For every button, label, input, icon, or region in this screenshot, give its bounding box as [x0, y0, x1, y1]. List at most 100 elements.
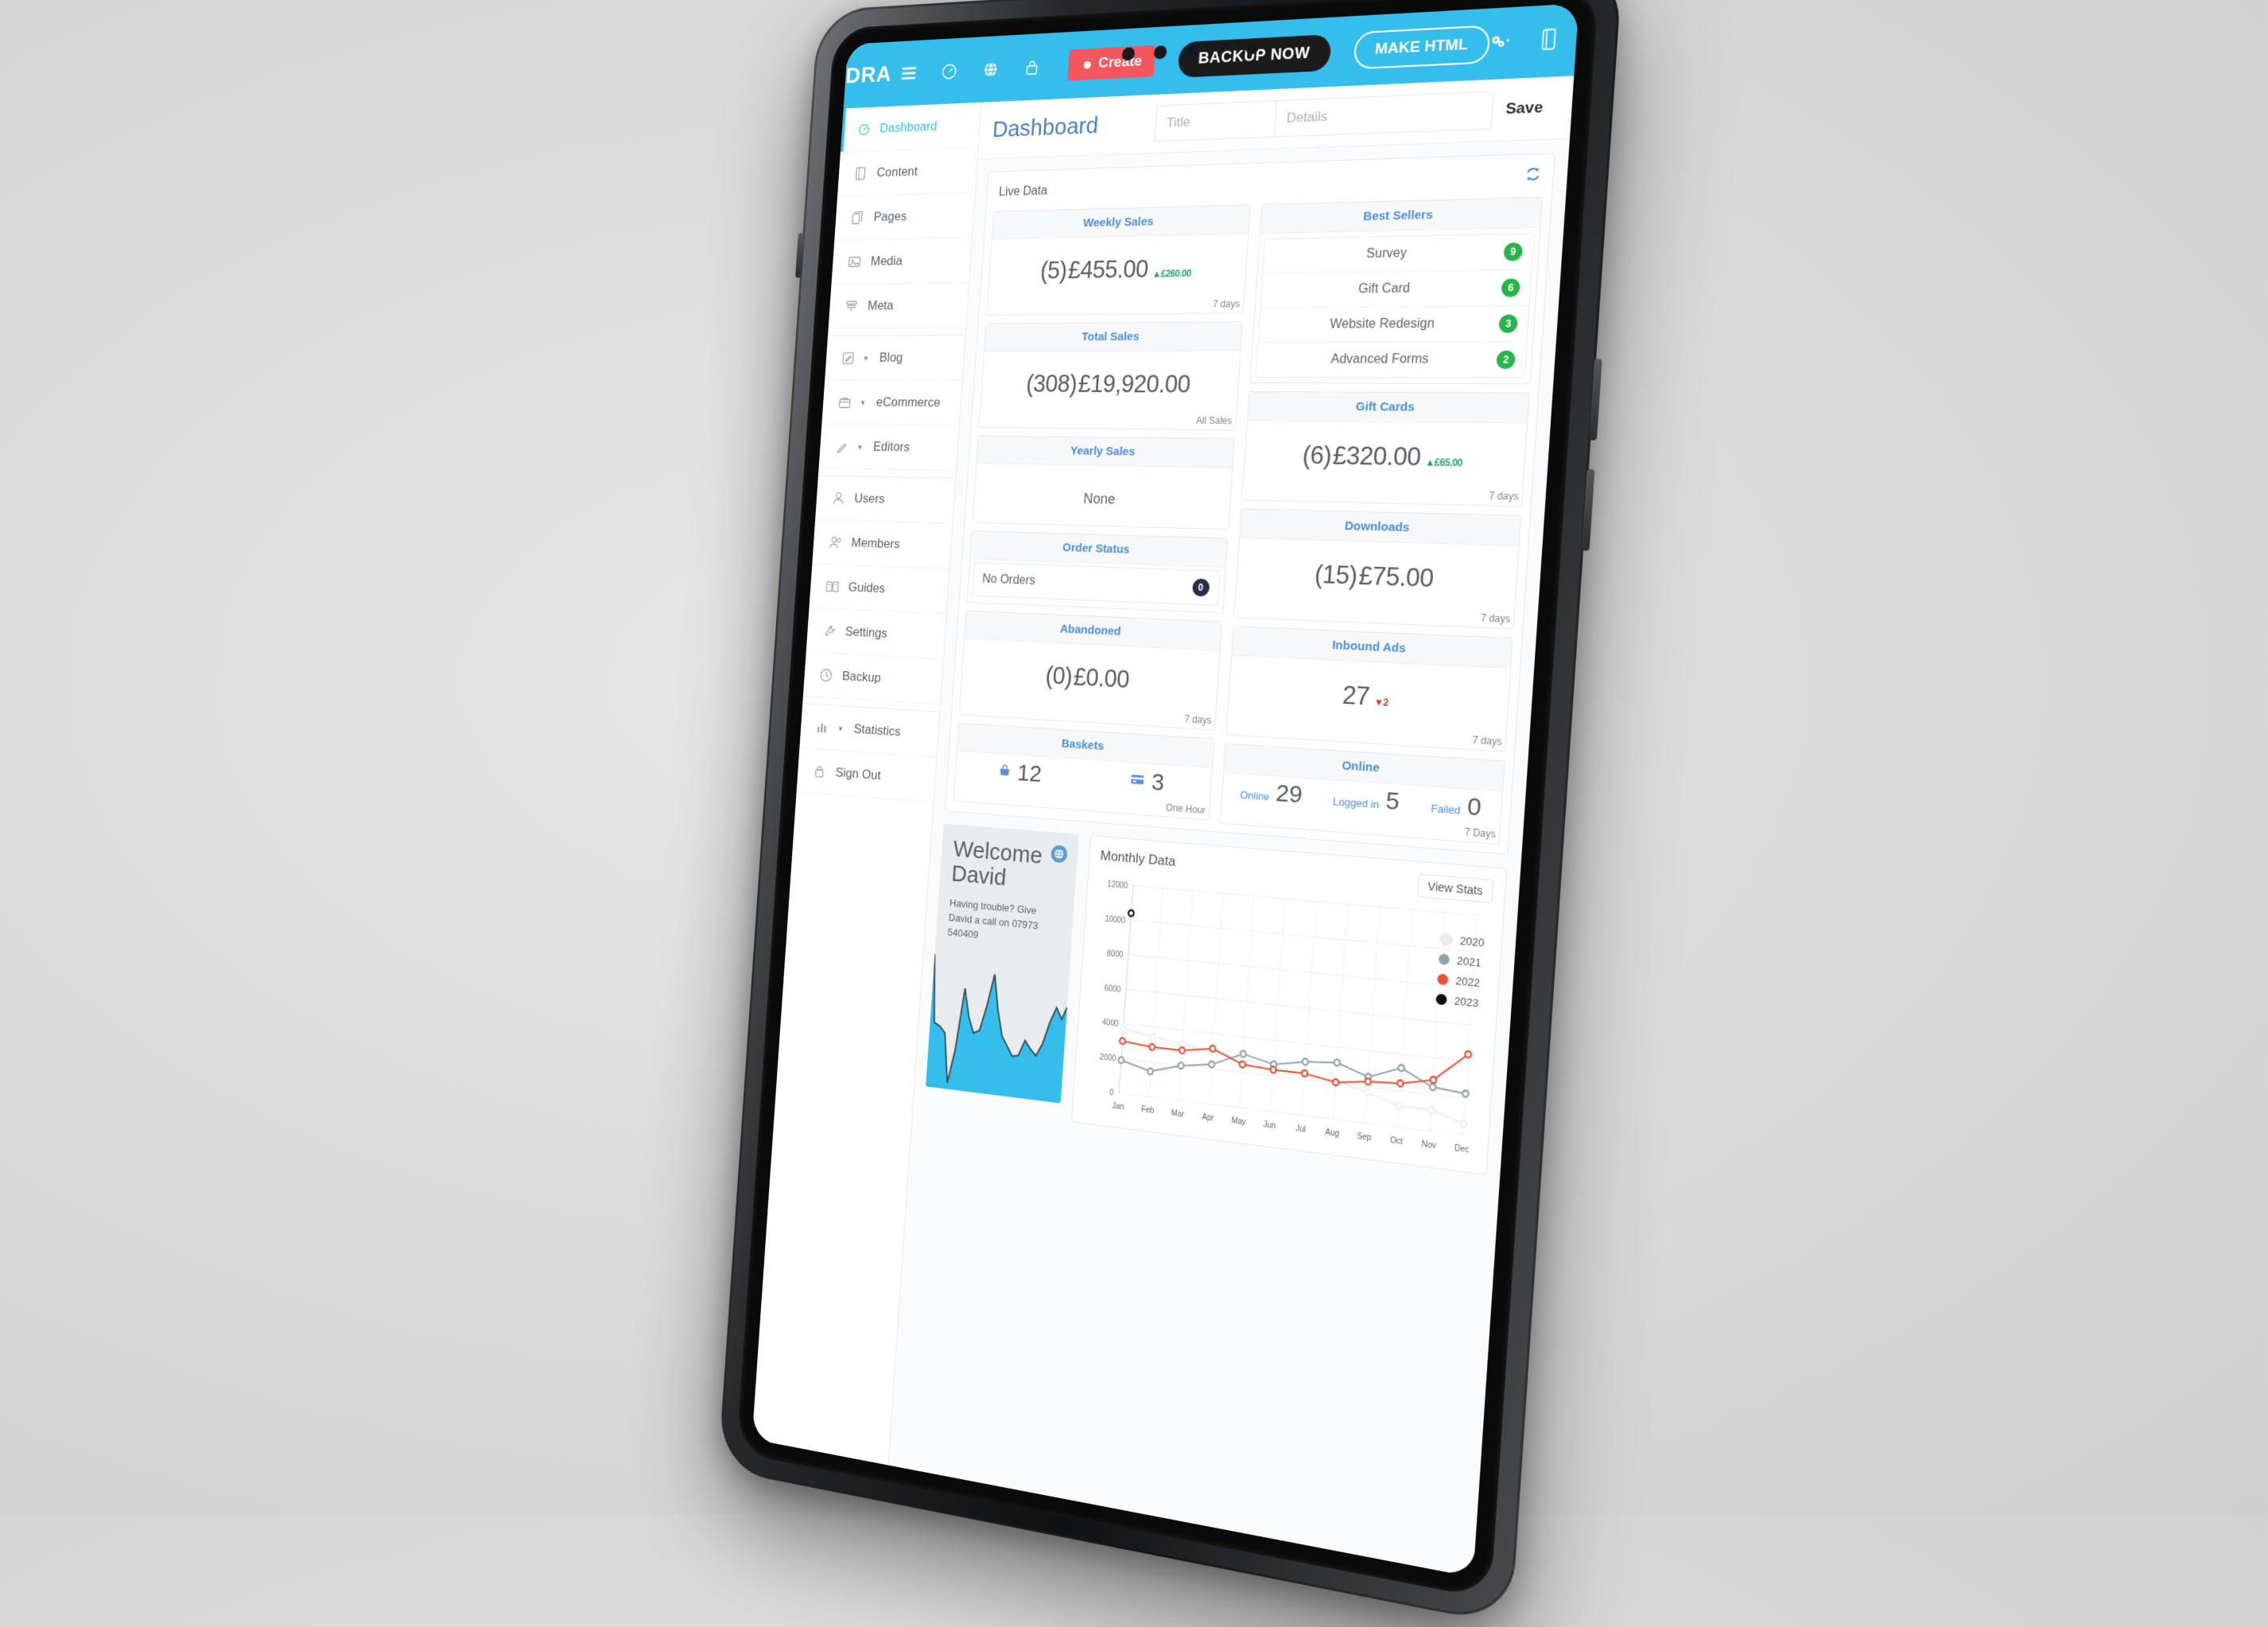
sidebar-item-pages[interactable]: Pages	[834, 192, 975, 240]
sidebar-item-label: Content	[876, 164, 918, 181]
total-sales-card[interactable]: Total Sales (308) £19,920.00	[979, 321, 1243, 430]
make-html-button[interactable]: MAKE HTML	[1353, 25, 1490, 69]
abandoned-amount: £0.00	[1073, 663, 1130, 694]
sidebar-item-guides[interactable]: Guides	[809, 564, 949, 614]
svg-text:Feb: Feb	[1141, 1105, 1155, 1116]
device-bezel: DRA	[736, 0, 1599, 1599]
inbound-ads-count: 27	[1342, 681, 1370, 712]
cogs-dropdown-icon[interactable]	[1489, 32, 1513, 56]
baskets-metric: 12	[998, 759, 1043, 788]
downloads-count: (15)	[1314, 560, 1358, 591]
save-button[interactable]: Save	[1491, 88, 1558, 130]
bottom-row: Welcome David Having trouble? Give David…	[923, 824, 1507, 1192]
stats-grid: Weekly Sales (5) £455.00 ▲£260.00	[953, 197, 1543, 845]
svg-text:0: 0	[1109, 1089, 1114, 1099]
checkouts-count: 3	[1151, 769, 1165, 797]
gift-cards-card[interactable]: Gift Cards (6) £320.00 ▲£65.00	[1241, 391, 1530, 507]
welcome-message: Having trouble? Give David a call on 079…	[936, 884, 1075, 952]
sidebar-item-ecommerce[interactable]: ▾ eCommerce	[821, 380, 961, 425]
total-sales-count: (308)	[1025, 370, 1078, 398]
sidebar-item-media[interactable]: Media	[831, 238, 972, 285]
stats-column-left: Weekly Sales (5) £455.00 ▲£260.00	[953, 204, 1250, 822]
bag-icon	[837, 396, 852, 409]
edit-icon	[841, 351, 855, 364]
gift-cards-count: (6)	[1302, 441, 1333, 470]
best-sellers-list: Survey 9 Gift Card 6	[1255, 233, 1535, 378]
dashboard-scroll-area: Live Data	[888, 139, 1570, 1578]
live-data-panel: Live Data	[945, 153, 1555, 855]
order-status-row[interactable]: No Orders 0	[972, 562, 1220, 606]
credit-card-icon	[1130, 773, 1145, 790]
title-input[interactable]: Title	[1154, 100, 1276, 142]
sidebar-item-users[interactable]: Users	[815, 476, 955, 524]
metric-label: Online	[1240, 789, 1270, 803]
gift-cards-value: (6) £320.00 ▲£65.00	[1253, 441, 1515, 474]
metric-value: 0	[1466, 793, 1482, 822]
sidebar-item-settings[interactable]: Settings	[806, 608, 946, 659]
svg-text:4000: 4000	[1101, 1018, 1118, 1029]
sidebar-item-members[interactable]: Members	[812, 520, 952, 569]
list-item[interactable]: Survey 9	[1263, 234, 1534, 274]
sidebar-item-label: Dashboard	[880, 118, 938, 136]
inbound-ads-delta: ▼2	[1373, 697, 1388, 709]
failed-metric: Failed 0	[1431, 790, 1482, 822]
details-input[interactable]: Details	[1274, 91, 1494, 137]
list-item[interactable]: Gift Card 6	[1260, 270, 1532, 308]
gift-cards-amount: £320.00	[1332, 441, 1422, 472]
chart-title: Monthly Data	[1100, 848, 1176, 870]
sidebar-item-backup[interactable]: Backup	[803, 652, 943, 705]
sidebar-item-label: Editors	[873, 439, 911, 455]
dot-projector-icon	[1245, 41, 1260, 55]
device-screen: DRA	[752, 3, 1579, 1577]
monthly-data-card: Monthly Data View Stats 0200040006000800…	[1071, 835, 1507, 1175]
refresh-icon[interactable]	[1524, 166, 1542, 188]
weekly-sales-count: (5)	[1039, 257, 1068, 285]
svg-text:Dec: Dec	[1454, 1144, 1470, 1155]
menu-icon[interactable]	[901, 65, 917, 81]
gear-icon	[1081, 58, 1093, 71]
svg-text:2000: 2000	[1099, 1052, 1116, 1063]
brand-logo[interactable]: DRA	[845, 61, 892, 89]
downloads-card[interactable]: Downloads (15) £75.00	[1233, 508, 1522, 629]
view-stats-button[interactable]: View Stats	[1417, 874, 1493, 903]
tag-icon	[845, 299, 859, 313]
gauge-icon[interactable]	[941, 62, 958, 80]
sidebar-item-label: Sign Out	[835, 765, 881, 783]
abandoned-card[interactable]: Abandoned (0) £0.00	[959, 611, 1222, 731]
sidebar-item-editors[interactable]: ▾ Editors	[819, 425, 959, 472]
card-body: (15) £75.00	[1235, 538, 1518, 610]
sidebar-item-sign-out[interactable]: Sign Out	[797, 748, 937, 803]
order-status-label: No Orders	[982, 573, 1036, 588]
tablet-device: DRA	[718, 0, 1623, 1626]
chevron-down-icon: ▾	[864, 353, 868, 363]
weekly-sales-card[interactable]: Weekly Sales (5) £455.00 ▲£260.00	[986, 204, 1250, 316]
baskets-card[interactable]: Baskets 12	[953, 723, 1214, 821]
best-sellers-card: Best Sellers Survey 9	[1249, 197, 1543, 384]
card-footer: All Sales	[979, 410, 1235, 430]
card-title: Yearly Sales	[977, 436, 1233, 468]
best-seller-name: Survey	[1272, 244, 1504, 263]
best-seller-count: 9	[1503, 243, 1523, 262]
legend-item[interactable]: 2021	[1439, 953, 1484, 969]
inbound-ads-card[interactable]: Inbound Ads 27 ▼2	[1225, 626, 1513, 752]
sidebar-item-dashboard[interactable]: Dashboard	[841, 103, 981, 153]
sidebar-item-blog[interactable]: ▾ Blog	[825, 336, 965, 381]
legend-swatch	[1439, 933, 1453, 946]
user-icon	[831, 491, 845, 505]
card-body: (308) £19,920.00	[981, 351, 1240, 412]
lock-icon[interactable]	[1024, 58, 1040, 76]
panel-icon[interactable]	[1540, 28, 1556, 55]
yearly-sales-card[interactable]: Yearly Sales None	[972, 435, 1234, 530]
list-item[interactable]: Advanced Forms 2	[1256, 342, 1526, 377]
online-metric: Online 29	[1240, 778, 1303, 810]
svg-text:Jun: Jun	[1263, 1120, 1276, 1131]
sidebar-item-meta[interactable]: Meta	[829, 283, 969, 329]
list-item[interactable]: Website Redesign 3	[1258, 306, 1529, 344]
sidebar-item-label: Users	[854, 491, 885, 507]
globe-icon[interactable]	[982, 60, 1000, 78]
legend-label: 2020	[1459, 934, 1485, 949]
order-status-card[interactable]: Order Status No Orders 0	[966, 530, 1227, 613]
online-card[interactable]: Online Online 29	[1219, 743, 1505, 845]
legend-item[interactable]: 2022	[1437, 973, 1482, 989]
sidebar-item-content[interactable]: Content	[837, 147, 978, 196]
